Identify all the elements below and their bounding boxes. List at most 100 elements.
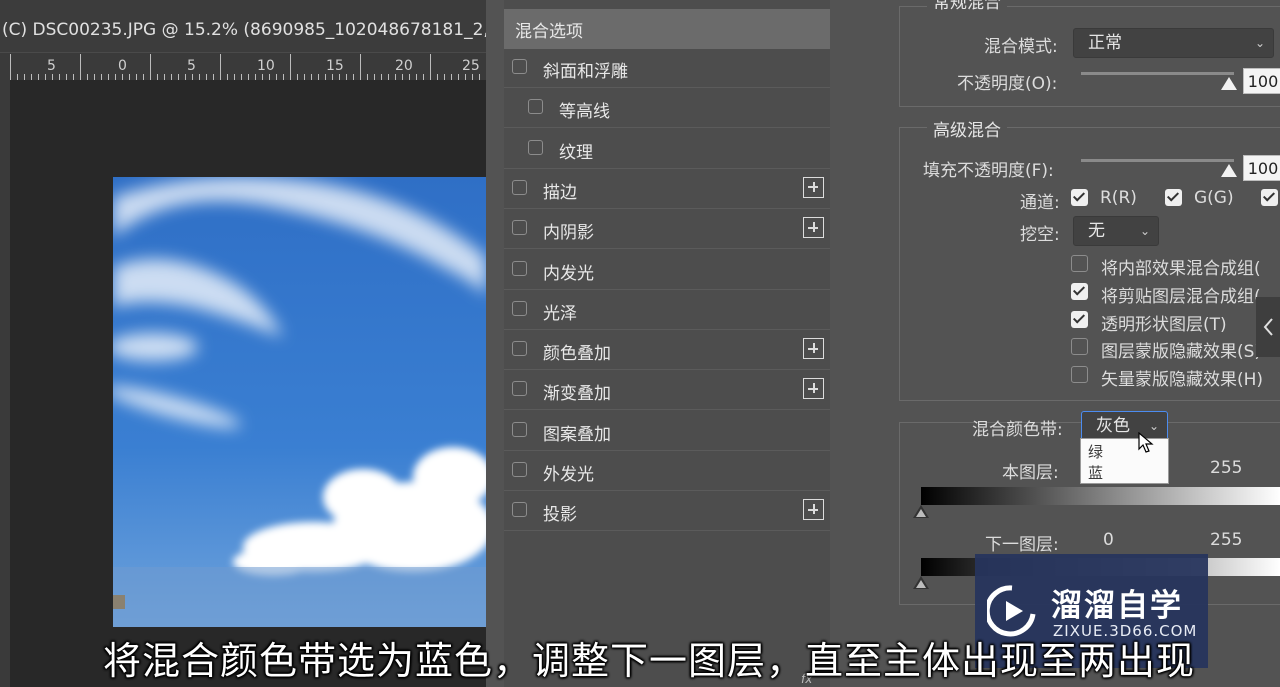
mouse-cursor-icon	[1138, 432, 1154, 453]
style-list-item[interactable]: 描边	[504, 170, 830, 209]
add-effect-plus-icon[interactable]	[803, 499, 824, 521]
ruler-tick	[157, 74, 158, 80]
ruler-tick	[374, 74, 375, 80]
ruler-number: 20	[395, 58, 413, 74]
fill-opacity-input[interactable]: 100	[1243, 155, 1280, 181]
ruler-number: 10	[257, 58, 275, 74]
blend-clipped-layers-checkbox[interactable]	[1071, 283, 1088, 300]
document-tab[interactable]: (C) DSC00235.JPG @ 15.2% (8690985_102048…	[0, 0, 486, 52]
style-checkbox[interactable]	[512, 220, 527, 236]
add-effect-plus-icon[interactable]	[803, 378, 824, 400]
style-checkbox[interactable]	[528, 139, 543, 155]
this-layer-black-slider[interactable]	[913, 505, 929, 518]
style-checkbox[interactable]	[512, 341, 527, 357]
ruler-tick	[290, 54, 291, 80]
style-list-item[interactable]: 外发光	[504, 452, 830, 491]
panel-collapse-tab[interactable]	[1256, 297, 1280, 357]
fill-opacity-slider[interactable]	[1081, 159, 1234, 162]
ruler-tick	[241, 74, 242, 80]
style-checkbox[interactable]	[512, 381, 527, 397]
style-list-item[interactable]: 纹理	[504, 130, 830, 169]
knockout-select[interactable]: 无 ⌄	[1073, 216, 1159, 246]
style-checkbox[interactable]	[512, 179, 527, 195]
style-list-item[interactable]: 光泽	[504, 291, 830, 330]
vector-mask-hides-checkbox[interactable]	[1071, 366, 1088, 383]
this-layer-high-value: 255	[1210, 458, 1243, 478]
blend-mode-value: 正常	[1088, 33, 1122, 53]
underlying-layer-label: 下一图层:	[985, 535, 1059, 555]
underlying-black-slider[interactable]	[913, 576, 929, 589]
style-checkbox[interactable]	[512, 260, 527, 276]
style-checkbox[interactable]	[512, 462, 527, 477]
style-list-item[interactable]: 渐变叠加	[504, 371, 830, 411]
opacity-slider[interactable]	[1081, 72, 1234, 75]
ruler-tick	[262, 74, 263, 80]
ruler-tick	[276, 74, 277, 80]
document-window: (C) DSC00235.JPG @ 15.2% (8690985_102048…	[0, 0, 486, 687]
transparency-shapes-checkbox[interactable]	[1071, 311, 1088, 328]
style-list-item[interactable]: 投影	[504, 492, 830, 532]
ruler-tick	[339, 74, 340, 80]
knockout-label: 挖空:	[1020, 225, 1060, 245]
add-effect-plus-icon[interactable]	[803, 176, 824, 198]
horizontal-ruler[interactable]: 5 0 5 10 15 20 25	[0, 52, 486, 80]
ruler-number: 5	[47, 58, 56, 74]
ruler-tick	[101, 74, 102, 80]
ruler-tick	[164, 74, 165, 80]
ruler-tick	[346, 74, 347, 80]
add-effect-plus-icon[interactable]	[803, 217, 824, 239]
this-layer-gradient[interactable]	[921, 487, 1280, 505]
fill-opacity-slider-thumb[interactable]	[1221, 164, 1237, 177]
opacity-input[interactable]: 100	[1243, 68, 1280, 94]
ruler-tick	[52, 74, 53, 80]
style-list-header-label: 混合选项	[515, 22, 583, 42]
channel-b-checkbox[interactable]	[1261, 189, 1278, 206]
style-checkbox[interactable]	[512, 421, 527, 437]
style-list-item[interactable]: 斜面和浮雕	[504, 49, 830, 88]
channel-g-checkbox[interactable]	[1165, 189, 1182, 206]
blend-interior-effects-label: 将内部效果混合成组(	[1101, 259, 1261, 279]
channel-r-checkbox[interactable]	[1071, 189, 1088, 206]
opacity-slider-thumb[interactable]	[1221, 77, 1237, 90]
blend-if-select[interactable]: 灰色 ⌄	[1081, 411, 1168, 441]
style-checkbox[interactable]	[528, 99, 543, 115]
opacity-label: 不透明度(O):	[957, 74, 1058, 94]
style-list-item[interactable]: 等高线	[504, 89, 830, 129]
style-checkbox[interactable]	[512, 502, 527, 518]
canvas-sky-photo[interactable]	[113, 177, 486, 627]
style-item-label: 描边	[543, 182, 577, 203]
style-list-item[interactable]: 内发光	[504, 251, 830, 290]
style-item-label: 等高线	[559, 102, 610, 123]
this-layer-label: 本图层:	[1002, 463, 1059, 483]
vertical-ruler[interactable]	[0, 79, 10, 687]
ruler-tick	[269, 74, 270, 80]
channel-g-label: G(G)	[1194, 188, 1234, 208]
channel-r-label: R(R)	[1100, 188, 1137, 208]
ruler-tick	[234, 74, 235, 80]
ruler-tick	[24, 74, 25, 80]
style-item-label: 外发光	[543, 465, 594, 485]
ruler-tick	[206, 74, 207, 80]
ruler-tick	[409, 74, 410, 80]
ruler-tick	[45, 74, 46, 80]
style-list-header-blending-options[interactable]: 混合选项	[504, 9, 830, 49]
style-checkbox[interactable]	[512, 300, 527, 316]
ruler-tick	[472, 74, 473, 80]
blend-interior-effects-checkbox[interactable]	[1071, 255, 1088, 272]
ruler-tick	[255, 74, 256, 80]
style-checkbox[interactable]	[512, 59, 527, 74]
ruler-tick	[416, 74, 417, 80]
style-list-item[interactable]: 颜色叠加	[504, 331, 830, 371]
style-list-item[interactable]: 内阴影	[504, 210, 830, 250]
ruler-tick	[122, 74, 123, 80]
dropdown-option-green[interactable]: 绿	[1088, 441, 1103, 462]
vector-mask-hides-label: 矢量蒙版隐藏效果(H)	[1101, 370, 1264, 390]
blend-mode-select[interactable]: 正常 ⌄	[1073, 28, 1274, 58]
add-effect-plus-icon[interactable]	[803, 338, 824, 360]
style-list-item[interactable]: 图案叠加	[504, 412, 830, 451]
blend-clipped-layers-label: 将剪贴图层混合成组(	[1101, 287, 1261, 307]
dropdown-option-blue[interactable]: 蓝	[1088, 462, 1103, 483]
ruler-tick	[66, 74, 67, 80]
layer-mask-hides-checkbox[interactable]	[1071, 338, 1088, 355]
sky-photo-image	[113, 177, 486, 627]
